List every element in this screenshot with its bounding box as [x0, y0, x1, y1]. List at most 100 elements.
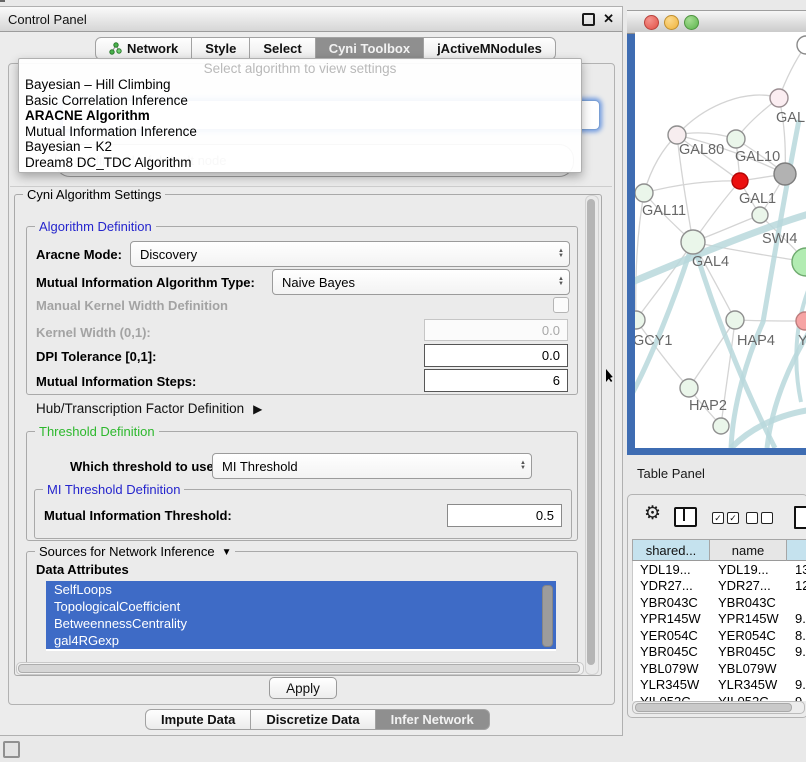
attribute-item-betweennesscentrality[interactable]: BetweennessCentrality	[46, 615, 556, 632]
attributes-scrollbar[interactable]	[542, 585, 553, 647]
manual-kernel-checkbox[interactable]	[553, 297, 569, 313]
table-cell: YBL079W	[633, 661, 711, 676]
table-row[interactable]: YDL19...YDL19...13	[633, 561, 806, 578]
chevron-down-icon[interactable]: ▼	[222, 547, 232, 558]
stepper-icon: ▲▼	[520, 454, 526, 478]
network-edge[interactable]	[644, 135, 677, 193]
network-node-hap4[interactable]	[726, 311, 744, 329]
network-node-hap2[interactable]	[680, 379, 698, 397]
table-hscrollbar[interactable]	[632, 701, 805, 714]
attribute-item-selfloops[interactable]: SelfLoops	[46, 581, 556, 598]
network-node-gal11[interactable]	[635, 184, 653, 202]
mi-steps-input[interactable]	[424, 369, 568, 392]
column-header-shared[interactable]: shared...	[632, 539, 710, 561]
mi-algorithm-type-select[interactable]: Naive Bayes ▲▼	[272, 269, 570, 295]
node-label: Y	[798, 333, 806, 349]
network-edge[interactable]	[689, 320, 735, 388]
algorithm-option-bayesian-k2[interactable]: Bayesian – K2	[19, 139, 581, 155]
column-header-col2[interactable]	[787, 539, 806, 561]
tab-impute-data[interactable]: Impute Data	[145, 709, 251, 730]
select-all-icon[interactable]: ✓✓	[712, 512, 739, 524]
table-row[interactable]: YDR27...YDR27...12	[633, 578, 806, 595]
tab-label: jActiveMNodules	[437, 41, 542, 56]
algorithm-option-mutual-information-inference[interactable]: Mutual Information Inference	[19, 124, 581, 140]
table-row[interactable]: YPR145WYPR145W9.	[633, 611, 806, 628]
attribute-item-gal4rgexp[interactable]: gal4RGexp	[46, 632, 556, 649]
split-columns-icon[interactable]	[674, 507, 697, 527]
table-row[interactable]: YIL052CYIL052C9	[633, 693, 806, 701]
close-icon[interactable]: ✕	[603, 7, 614, 31]
minimize-traffic-light[interactable]	[664, 15, 679, 30]
algorithm-option-aracne-algorithm[interactable]: ARACNE Algorithm	[19, 108, 581, 124]
tab-label: Select	[263, 41, 301, 56]
node-label: GAL10	[735, 149, 780, 165]
document-icon[interactable]	[794, 506, 806, 529]
zoom-traffic-light[interactable]	[684, 15, 699, 30]
tab-label: Network	[127, 41, 178, 56]
network-node-swi4[interactable]	[792, 248, 806, 276]
tab-network[interactable]: Network	[95, 37, 192, 60]
float-window-icon[interactable]	[582, 13, 595, 26]
tab-select[interactable]: Select	[250, 37, 315, 60]
network-node[interactable]	[752, 207, 768, 223]
mi-threshold-input[interactable]	[447, 504, 562, 527]
table-row[interactable]: YBR043CYBR043C	[633, 594, 806, 611]
table-row[interactable]: YBL079WYBL079W	[633, 660, 806, 677]
kernel-width-input[interactable]	[424, 319, 568, 341]
table-row[interactable]: YLR345WYLR345W9.	[633, 677, 806, 694]
tab-discretize-data[interactable]: Discretize Data	[251, 709, 375, 730]
table-cell: 12	[788, 578, 806, 593]
network-node-gcy1[interactable]	[635, 311, 645, 329]
network-node[interactable]	[774, 163, 796, 185]
table-cell: YPR145W	[711, 611, 788, 626]
data-attributes-label: Data Attributes	[36, 562, 129, 577]
network-node[interactable]	[713, 418, 729, 434]
hub-transcription-factor-section[interactable]: Hub/Transcription Factor Definition ▶	[36, 401, 262, 416]
column-header-name[interactable]: name	[710, 539, 787, 561]
network-canvas[interactable]: GALGAL80GAL10GAL1GAL11GAL4SWI4GCY1HAP4YH…	[635, 32, 806, 448]
aracne-mode-label: Aracne Mode:	[36, 247, 122, 262]
mi-algorithm-type-label: Mutual Information Algorithm Type:	[36, 275, 255, 290]
network-node-gal4[interactable]	[681, 230, 705, 254]
network-edge[interactable]	[644, 181, 740, 193]
tab-infer-network[interactable]: Infer Network	[376, 709, 490, 730]
table-cell: YLR345W	[633, 677, 711, 692]
table-cell: YIL052C	[711, 694, 788, 701]
tab-jactivemnodules[interactable]: jActiveMNodules	[424, 37, 556, 60]
network-node-gal1[interactable]	[732, 173, 748, 189]
network-window-titlebar[interactable]	[627, 10, 806, 34]
which-threshold-select[interactable]: MI Threshold ▲▼	[212, 453, 532, 479]
tab-label: Cyni Toolbox	[329, 41, 410, 56]
network-edge[interactable]	[636, 242, 693, 320]
table-row[interactable]: YER054CYER054C8.	[633, 627, 806, 644]
network-node[interactable]	[797, 36, 806, 54]
node-label: GAL80	[679, 142, 724, 158]
network-edge[interactable]	[735, 320, 805, 321]
close-traffic-light[interactable]	[644, 15, 659, 30]
attributes-hscrollbar[interactable]	[16, 662, 584, 675]
minimized-panel-icon[interactable]	[3, 741, 20, 758]
tab-style[interactable]: Style	[192, 37, 250, 60]
settings-scrollbar[interactable]	[585, 195, 599, 675]
tab-cyni-toolbox[interactable]: Cyni Toolbox	[316, 37, 424, 60]
network-window: GALGAL80GAL10GAL1GAL11GAL4SWI4GCY1HAP4YH…	[627, 10, 806, 455]
node-label: HAP4	[737, 333, 775, 349]
network-node-gal[interactable]	[770, 89, 788, 107]
network-icon	[109, 42, 122, 55]
attribute-item-topologicalcoefficient[interactable]: TopologicalCoefficient	[46, 598, 556, 615]
table-cell: YPR145W	[633, 611, 711, 626]
aracne-mode-select[interactable]: Discovery ▲▼	[130, 241, 570, 267]
algorithm-option-bayesian-hill-climbing[interactable]: Bayesian – Hill Climbing	[19, 77, 581, 93]
table-cell: 9	[788, 694, 806, 701]
table-cell: 8.	[788, 628, 806, 643]
network-node-gal10[interactable]	[727, 130, 745, 148]
deselect-all-icon[interactable]	[746, 512, 773, 524]
algorithm-option-dream8-dc-tdc-algorithm[interactable]: Dream8 DC_TDC Algorithm	[19, 155, 581, 171]
algorithm-option-basic-correlation-inference[interactable]: Basic Correlation Inference	[19, 93, 581, 109]
apply-button[interactable]: Apply	[269, 677, 337, 699]
dpi-tolerance-input[interactable]	[424, 344, 568, 367]
gear-icon[interactable]: ⚙	[644, 504, 661, 523]
table-row[interactable]: YBR045CYBR045C9.	[633, 644, 806, 661]
node-label: SWI4	[762, 231, 797, 247]
network-edge[interactable]	[677, 95, 779, 135]
